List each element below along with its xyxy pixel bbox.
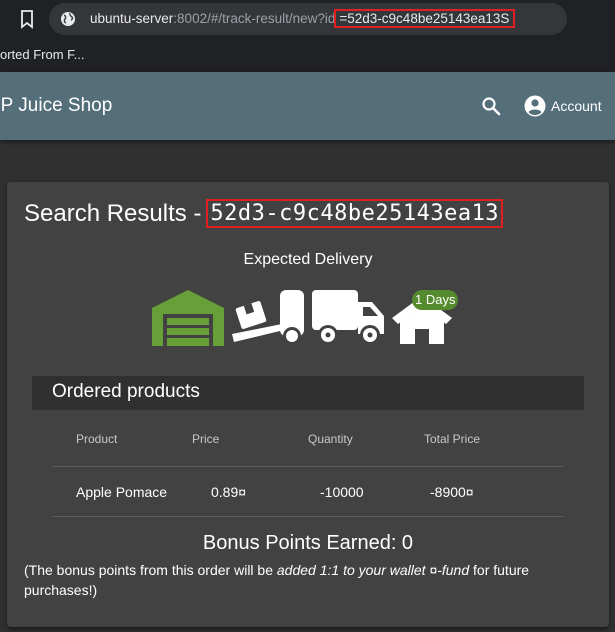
cell-total-price: -8900¤ [430,484,474,500]
url-text[interactable]: ubuntu-server:8002/#/track-result/new?id… [90,9,516,28]
url-path: :8002/#/track-result/new?id [173,11,336,26]
search-button[interactable] [478,93,504,119]
table-row: Apple Pomace 0.89¤ -10000 -8900¤ [52,467,563,517]
url-order-id-highlight: =52d3-c9c48be25143ea13S [334,9,516,28]
bonus-points-title: Bonus Points Earned: 0 [202,532,414,554]
products-table: Product Price Quantity Total Price Apple… [52,411,563,517]
table-header-row: Product Price Quantity Total Price [52,411,563,467]
search-icon [482,97,501,116]
bookmark-icon[interactable] [19,9,35,29]
url-host: ubuntu-server [90,11,174,26]
ordered-products-header: Ordered products [32,376,584,410]
expected-delivery-label: Expected Delivery [243,251,373,268]
bonus-note-emphasis: added 1:1 to your wallet ¤-fund [276,562,470,578]
column-header-product: Product [76,432,118,446]
column-header-price: Price [192,432,220,446]
track-result-card: Search Results - 52d3-c9c48be25143ea13 E… [7,182,609,627]
column-header-total-price: Total Price [424,432,481,446]
account-circle-icon [524,95,546,117]
bookmarks-bar: orted From F... [0,40,615,72]
site-info-icon[interactable] [60,11,76,27]
results-heading-label: Search Results - [24,199,202,227]
browser-top-bar: ubuntu-server:8002/#/track-result/new?id… [0,0,615,40]
cell-product: Apple Pomace [76,484,168,500]
warehouse-icon [152,290,224,346]
bookmark-folder-imported[interactable]: orted From F... [0,47,85,62]
cell-quantity: -10000 [320,484,364,500]
account-button[interactable]: Account [524,94,602,118]
column-header-quantity: Quantity [308,432,353,446]
order-id: 52d3-c9c48be25143ea13 [206,199,504,228]
bonus-points-note: (The bonus points from this order will b… [24,560,564,600]
dolly-icon [232,290,304,345]
delivery-days-badge: 1 Days [412,290,459,310]
account-label: Account [551,98,602,114]
results-heading: Search Results - 52d3-c9c48be25143ea13 [24,199,504,228]
app-toolbar: SP Juice Shop Account [0,72,615,140]
address-bar[interactable]: ubuntu-server:8002/#/track-result/new?id… [49,3,567,35]
app-title[interactable]: SP Juice Shop [0,95,112,117]
truck-icon [312,290,384,345]
cell-price: 0.89¤ [211,484,247,500]
bonus-note-prefix: (The bonus points from this order will b… [24,562,277,578]
ordered-products-title: Ordered products [52,381,200,402]
